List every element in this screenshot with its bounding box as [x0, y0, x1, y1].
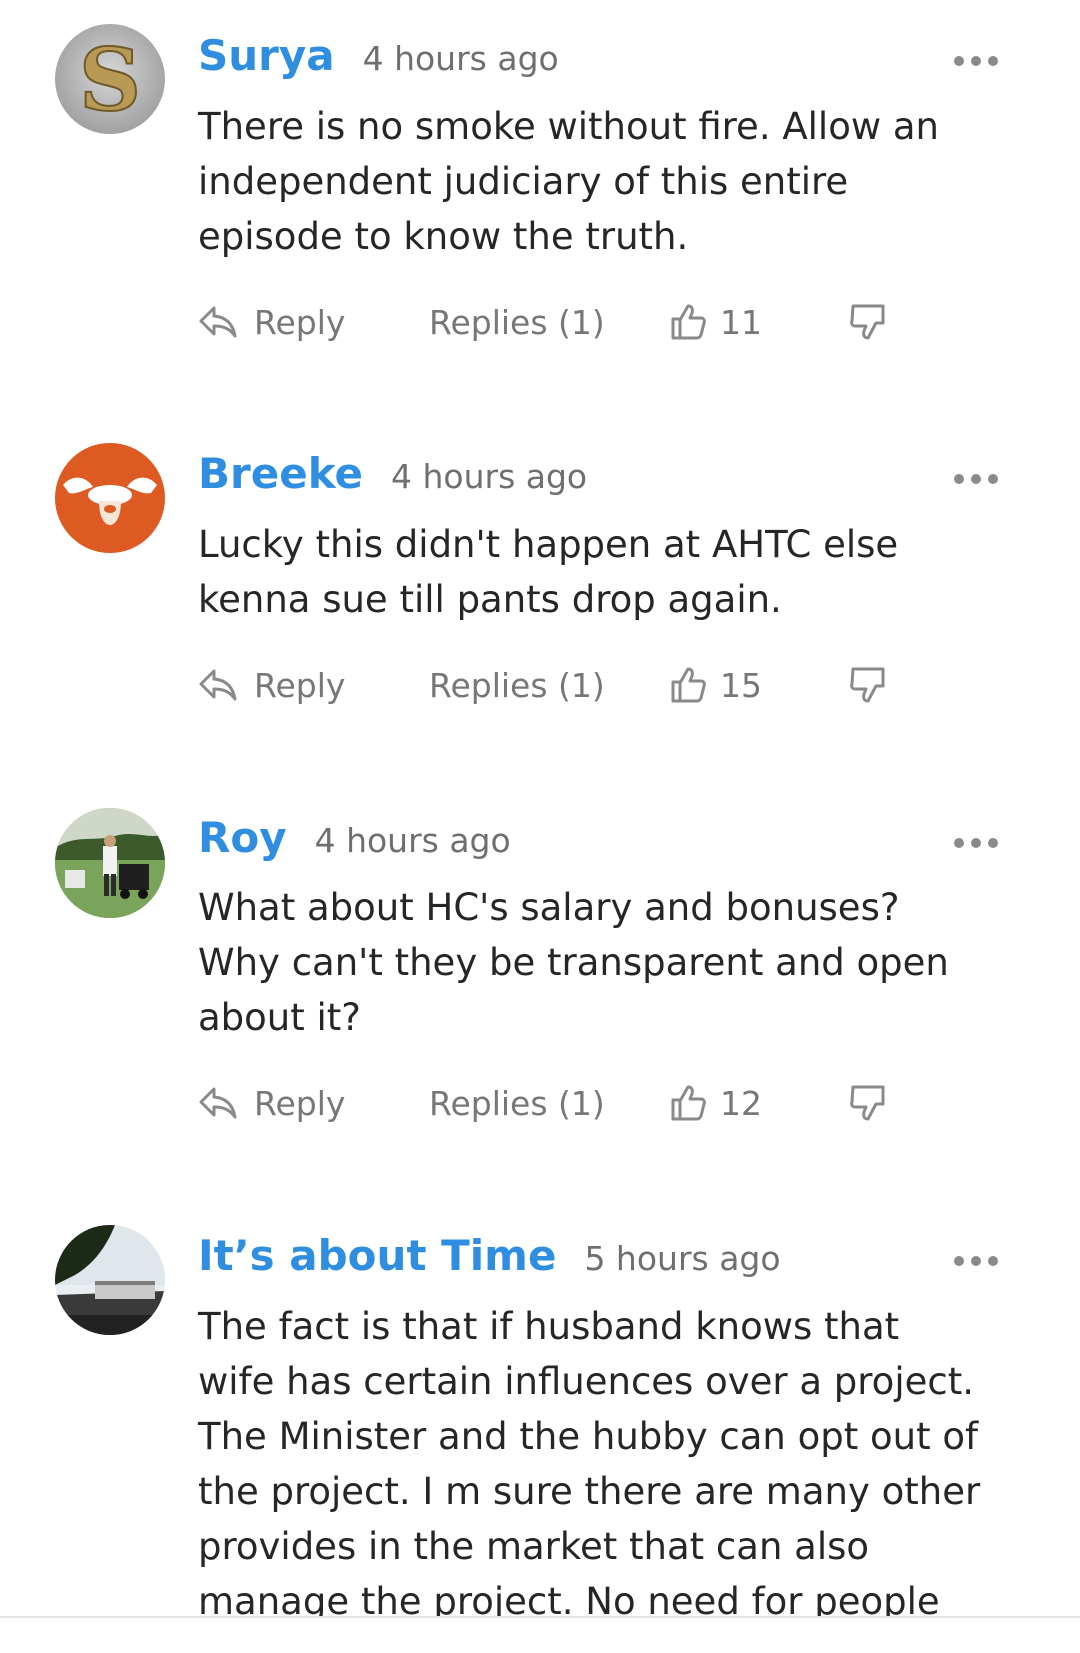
reply-button[interactable]: Reply: [198, 1078, 345, 1128]
dot-icon: [971, 1256, 981, 1266]
dot-icon: [988, 56, 998, 66]
comment-text: The fact is that if husband knows that w…: [198, 1305, 981, 1616]
dot-icon: [971, 56, 981, 66]
comment-text: There is no smoke without fire. Allow an…: [198, 105, 939, 258]
comment-timestamp: 4 hours ago: [391, 457, 588, 496]
dislike-button[interactable]: [850, 297, 886, 347]
dot-icon: [988, 474, 998, 484]
view-replies-button[interactable]: Replies (1): [429, 1078, 605, 1128]
svg-text:S: S: [79, 30, 141, 131]
comment-list: S Surya 4 hours ago There is no smoke wi…: [0, 0, 1080, 1616]
reply-button[interactable]: Reply: [198, 660, 345, 710]
more-options-button[interactable]: [954, 472, 998, 486]
reply-button[interactable]: Reply: [198, 297, 345, 347]
user-avatar[interactable]: [55, 1225, 165, 1335]
dot-icon: [954, 838, 964, 848]
thumbs-up-icon: [671, 304, 706, 340]
dislike-button[interactable]: [850, 1078, 886, 1128]
like-button[interactable]: 12: [670, 1078, 762, 1128]
reply-label: Reply: [254, 1083, 346, 1123]
landscape-photo-avatar-icon: [55, 1225, 165, 1335]
reply-arrow-icon: [199, 1087, 237, 1119]
comment-timestamp: 5 hours ago: [584, 1239, 781, 1278]
thumbs-down-icon: [850, 304, 885, 340]
comment-actions: Reply Replies (1) 15: [198, 660, 898, 710]
author-name[interactable]: It’s about Time: [198, 1226, 556, 1286]
comment-text: Lucky this didn't happen at AHTC else ke…: [198, 523, 899, 621]
orange-cartoon-avatar-icon: [55, 443, 165, 553]
dot-icon: [971, 838, 981, 848]
author-name[interactable]: Breeke: [198, 444, 363, 504]
like-button[interactable]: 15: [670, 660, 762, 710]
comment-header: Surya 4 hours ago: [198, 26, 1000, 86]
golf-photo-avatar-icon: [55, 808, 165, 918]
more-options-button[interactable]: [954, 54, 998, 68]
view-replies-button[interactable]: Replies (1): [429, 660, 605, 710]
like-button[interactable]: 11: [670, 297, 762, 347]
thumbs-up-icon: [671, 1085, 706, 1121]
comment-actions: Reply Replies (1) 12: [198, 1078, 898, 1128]
dot-icon: [988, 838, 998, 848]
like-count: 12: [720, 1083, 762, 1123]
comment-header: Breeke 4 hours ago: [198, 444, 1000, 504]
comment-actions: Reply Replies (1) 11: [198, 297, 898, 347]
comment-header: Roy 4 hours ago: [198, 808, 1000, 868]
thumbs-down-icon: [850, 667, 885, 703]
dot-icon: [954, 1256, 964, 1266]
like-count: 11: [720, 302, 762, 342]
reply-label: Reply: [254, 665, 346, 705]
like-count: 15: [720, 665, 762, 705]
user-avatar[interactable]: S: [55, 24, 165, 134]
thumbs-down-icon: [850, 1085, 885, 1121]
divider: [0, 1616, 1080, 1618]
reply-arrow-icon: [199, 669, 237, 701]
comment-timestamp: 4 hours ago: [362, 39, 559, 78]
reply-label: Reply: [254, 302, 346, 342]
more-options-button[interactable]: [954, 836, 998, 850]
user-avatar[interactable]: [55, 443, 165, 553]
comment-header: It’s about Time 5 hours ago: [198, 1226, 1000, 1286]
letter-s-avatar-icon: S: [55, 24, 165, 134]
dot-icon: [988, 1256, 998, 1266]
view-replies-button[interactable]: Replies (1): [429, 297, 605, 347]
user-avatar[interactable]: [55, 808, 165, 918]
author-name[interactable]: Roy: [198, 808, 287, 868]
reply-arrow-icon: [199, 306, 237, 338]
thumbs-up-icon: [671, 667, 706, 703]
dot-icon: [954, 56, 964, 66]
dot-icon: [954, 474, 964, 484]
comment-timestamp: 4 hours ago: [314, 821, 511, 860]
dislike-button[interactable]: [850, 660, 886, 710]
dot-icon: [971, 474, 981, 484]
comment-text: What about HC's salary and bonuses? Why …: [198, 886, 949, 1039]
more-options-button[interactable]: [954, 1254, 998, 1268]
author-name[interactable]: Surya: [198, 26, 335, 86]
